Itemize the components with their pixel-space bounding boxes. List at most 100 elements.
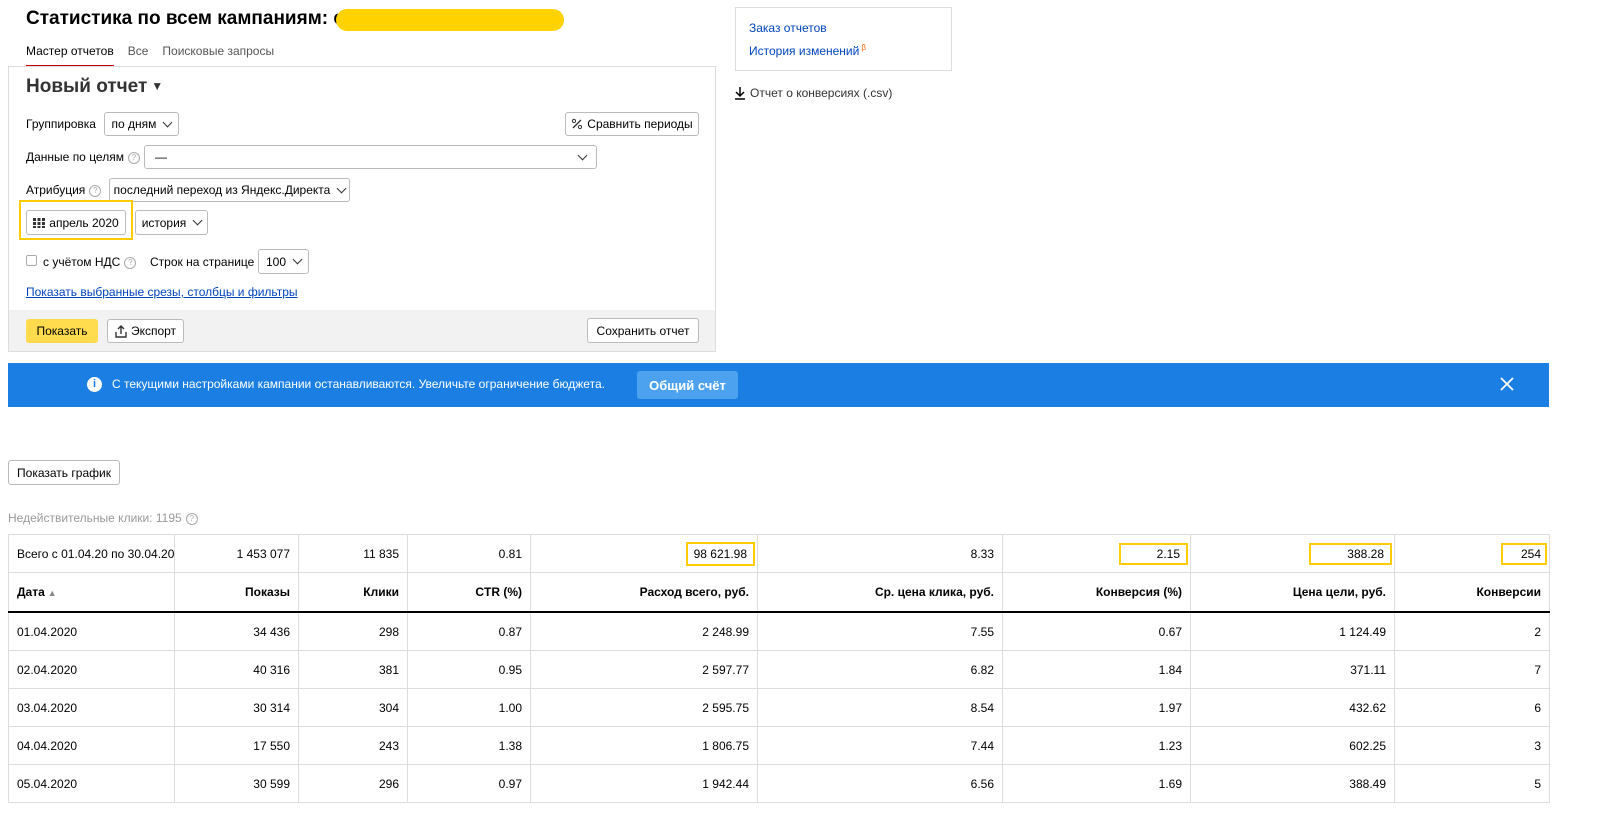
help-icon[interactable]: ? <box>185 513 198 525</box>
table-cell: 371.11 <box>1190 650 1395 689</box>
table-cell: 0.97 <box>407 764 531 803</box>
table-cell: 1.84 <box>1002 650 1191 689</box>
table-cell: 30 314 <box>174 688 299 727</box>
help-icon[interactable]: ? <box>127 152 140 164</box>
column-header[interactable]: Конверсии <box>1394 572 1550 613</box>
rows-per-page-label: Строк на странице <box>150 255 255 269</box>
chevron-down-icon <box>292 254 303 265</box>
beta-badge: β <box>861 43 866 52</box>
total-cell: 388.28 <box>1190 534 1395 573</box>
show-report-button[interactable]: Показать <box>26 319 98 343</box>
vat-checkbox[interactable] <box>26 255 37 266</box>
help-icon[interactable]: ? <box>89 185 102 197</box>
table-cell: 05.04.2020 <box>8 764 175 803</box>
chevron-down-icon <box>162 117 173 127</box>
table-cell: 0.95 <box>407 650 531 689</box>
reports-side-card <box>735 7 952 71</box>
attribution-select[interactable]: последний переход из Яндекс.Директа <box>109 178 350 202</box>
table-cell: 432.62 <box>1190 688 1395 727</box>
table-cell: 1.38 <box>407 726 531 765</box>
chevron-down-icon <box>577 150 588 160</box>
vat-label-text: с учётом НДС <box>43 255 121 269</box>
order-reports-link[interactable]: Заказ отчетов <box>749 21 827 35</box>
table-cell: 243 <box>298 726 408 765</box>
table-cell: 02.04.2020 <box>8 650 175 689</box>
shared-account-button[interactable]: Общий счёт <box>637 371 738 399</box>
attribution-value: последний переход из Яндекс.Директа <box>113 183 331 197</box>
show-slices-link[interactable]: Показать выбранные срезы, столбцы и филь… <box>26 285 298 299</box>
goals-select[interactable]: — <box>144 145 597 169</box>
table-cell: 34 436 <box>174 611 299 651</box>
rows-per-page-select[interactable]: 100 <box>258 249 309 274</box>
change-history-text: История изменений <box>749 44 860 58</box>
table-cell: 7 <box>1394 650 1550 689</box>
tab-search-queries[interactable]: Поисковые запросы <box>162 44 274 65</box>
period-picker-button[interactable]: апрель 2020 <box>26 210 126 235</box>
table-row: 03.04.2020 30 314 304 1.00 2 595.75 8.54 1.97 4… <box>8 688 1550 727</box>
header-row: Дата ▲ Показы Клики CTR (%) Расход всего,… <box>8 572 1550 613</box>
grouping-select[interactable]: по дням <box>104 112 179 136</box>
table-cell: 1 806.75 <box>530 726 758 765</box>
total-cell: 8.33 <box>757 534 1003 573</box>
redacted-campaign-name <box>336 9 564 31</box>
highlighted-total: 388.28 <box>1309 542 1392 565</box>
column-header[interactable]: Расход всего, руб. <box>530 572 758 613</box>
conversions-csv-link[interactable]: Отчет о конверсиях (.csv) <box>734 86 892 100</box>
table-row: 02.04.2020 40 316 381 0.95 2 597.77 6.82 1.84 3… <box>8 650 1550 689</box>
table-cell: 1 124.49 <box>1190 611 1395 651</box>
total-cell: 1 453 077 <box>174 534 299 573</box>
column-header[interactable]: Цена цели, руб. <box>1190 572 1395 613</box>
table-cell: 6.82 <box>757 650 1003 689</box>
table-row: 05.04.2020 30 599 296 0.97 1 942.44 6.56 1.69 3… <box>8 764 1550 803</box>
help-icon[interactable]: ? <box>124 257 137 269</box>
column-header-date[interactable]: Дата ▲ <box>8 572 175 613</box>
change-history-link[interactable]: История изменений β <box>749 43 866 58</box>
caret-down-icon: ▼ <box>151 79 164 93</box>
close-icon[interactable] <box>1497 374 1517 394</box>
table-cell: 40 316 <box>174 650 299 689</box>
column-header[interactable]: Клики <box>298 572 408 613</box>
vat-label: с учётом НДС? <box>43 255 137 269</box>
invalid-clicks-text: Недействительные клики: 1195 <box>8 511 182 525</box>
export-label: Экспорт <box>130 324 177 338</box>
table-cell: 04.04.2020 <box>8 726 175 765</box>
total-cell: 0.81 <box>407 534 531 573</box>
table-cell: 17 550 <box>174 726 299 765</box>
column-header[interactable]: CTR (%) <box>407 572 531 613</box>
export-icon <box>115 324 127 338</box>
compare-periods-label: Сравнить периоды <box>587 117 693 131</box>
column-header[interactable]: Показы <box>174 572 299 613</box>
invalid-clicks: Недействительные клики: 1195? <box>8 511 198 525</box>
tab-all[interactable]: Все <box>128 44 149 65</box>
conversions-csv-text: Отчет о конверсиях (.csv) <box>750 86 893 100</box>
column-header[interactable]: Ср. цена клика, руб. <box>757 572 1003 613</box>
compare-periods-button[interactable]: Сравнить периоды <box>565 112 699 136</box>
history-label: история <box>141 215 187 230</box>
column-header[interactable]: Конверсия (%) <box>1002 572 1191 613</box>
table-cell: 01.04.2020 <box>8 611 175 651</box>
save-report-button[interactable]: Сохранить отчет <box>587 318 699 343</box>
table-row: 04.04.2020 17 550 243 1.38 1 806.75 7.44 1.23 6… <box>8 726 1550 765</box>
highlighted-total: 2.15 <box>1118 542 1188 565</box>
show-chart-button[interactable]: Показать график <box>8 460 120 485</box>
attribution-label-text: Атрибуция <box>26 183 86 197</box>
stats-table: Всего с 01.04.20 по 30.04.20 1 453 077 1… <box>8 534 1550 803</box>
attribution-label: Атрибуция? <box>26 183 102 197</box>
table-cell: 1.97 <box>1002 688 1191 727</box>
table-cell: 30 599 <box>174 764 299 803</box>
sort-asc-icon: ▲ <box>47 588 57 598</box>
table-cell: 602.25 <box>1190 726 1395 765</box>
history-select[interactable]: история <box>135 210 208 235</box>
chevron-down-icon <box>192 215 203 226</box>
grouping-label: Группировка <box>26 117 96 131</box>
table-cell: 03.04.2020 <box>8 688 175 727</box>
table-cell: 2 248.99 <box>530 611 758 651</box>
tab-report-wizard[interactable]: Мастер отчетов <box>26 44 114 67</box>
export-button[interactable]: Экспорт <box>107 319 184 343</box>
total-cell: 2.15 <box>1002 534 1191 573</box>
total-cell: 11 835 <box>298 534 408 573</box>
report-title[interactable]: Новый отчет ▼ <box>26 76 163 98</box>
total-cell: 98 621.98 <box>530 534 758 573</box>
table-cell: 2 597.77 <box>530 650 758 689</box>
table-cell: 3 <box>1394 726 1550 765</box>
